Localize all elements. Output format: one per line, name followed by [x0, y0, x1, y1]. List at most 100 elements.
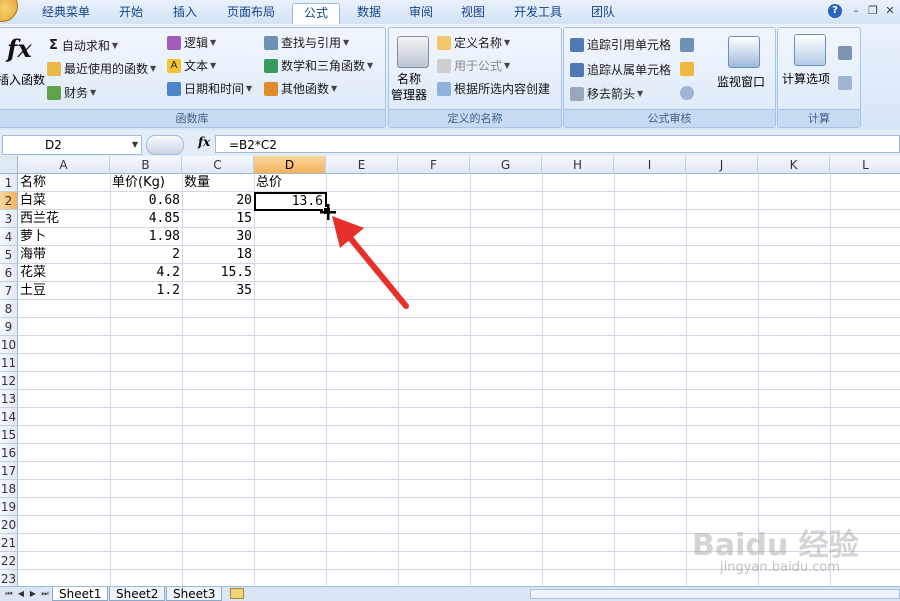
column-header-l[interactable]: L — [830, 156, 900, 174]
financial-button[interactable]: 财务 ▼ — [47, 84, 96, 101]
row-header-13[interactable]: 13 — [0, 390, 18, 408]
cell-a2[interactable]: 白菜 — [18, 192, 110, 210]
row-header-17[interactable]: 17 — [0, 462, 18, 480]
row-header-6[interactable]: 6 — [0, 264, 18, 282]
insert-function-button[interactable]: 插入函数 — [0, 71, 45, 88]
cell-a4[interactable]: 萝卜 — [18, 228, 110, 246]
cell-a5[interactable]: 海带 — [18, 246, 110, 264]
select-all-corner[interactable] — [0, 156, 18, 174]
cell-a6[interactable]: 花菜 — [18, 264, 110, 282]
insert-function-fx-icon[interactable]: fx — [198, 135, 210, 149]
sheet-tab-2[interactable]: Sheet2 — [109, 587, 166, 601]
row-header-2[interactable]: 2 — [0, 192, 18, 210]
row-header-22[interactable]: 22 — [0, 552, 18, 570]
tab-classic-menu[interactable]: 经典菜单 — [30, 3, 102, 23]
cell-c6[interactable]: 15.5 — [182, 264, 254, 282]
row-header-8[interactable]: 8 — [0, 300, 18, 318]
row-header-11[interactable]: 11 — [0, 354, 18, 372]
cell-a3[interactable]: 西兰花 — [18, 210, 110, 228]
column-header-i[interactable]: I — [614, 156, 686, 174]
office-button[interactable] — [0, 0, 18, 22]
cell-d1[interactable]: 总价 — [254, 174, 326, 192]
next-sheet-icon[interactable]: ▶ — [28, 588, 38, 600]
cell-b1[interactable]: 单价(Kg) — [110, 174, 182, 192]
cell-c7[interactable]: 35 — [182, 282, 254, 300]
row-header-9[interactable]: 9 — [0, 318, 18, 336]
use-in-formula-button[interactable]: 用于公式 ▼ — [437, 57, 510, 74]
cell-c5[interactable]: 18 — [182, 246, 254, 264]
row-header-5[interactable]: 5 — [0, 246, 18, 264]
cell-c3[interactable]: 15 — [182, 210, 254, 228]
insert-function-icon[interactable]: fx — [7, 34, 32, 63]
show-formulas-icon[interactable] — [680, 38, 694, 52]
last-sheet-icon[interactable]: ⏭ — [40, 588, 50, 600]
tab-home[interactable]: 开始 — [108, 3, 154, 23]
calc-options-button[interactable]: 计算选项 — [782, 70, 830, 87]
calc-options-icon[interactable] — [794, 34, 826, 66]
create-from-selection-button[interactable]: 根据所选内容创建 — [437, 80, 550, 97]
calculator-icon[interactable] — [838, 46, 852, 60]
sheet-tab-1[interactable]: Sheet1 — [52, 587, 109, 601]
name-manager-icon[interactable] — [397, 36, 429, 68]
math-button[interactable]: 数学和三角函数 ▼ — [264, 57, 373, 74]
row-header-20[interactable]: 20 — [0, 516, 18, 534]
active-cell-d2[interactable]: 13.6 — [254, 192, 327, 211]
cell-b2[interactable]: 0.68 — [110, 192, 182, 210]
tab-page-layout[interactable]: 页面布局 — [218, 3, 284, 23]
column-header-a[interactable]: A — [18, 156, 110, 174]
row-header-12[interactable]: 12 — [0, 372, 18, 390]
row-header-15[interactable]: 15 — [0, 426, 18, 444]
prev-sheet-icon[interactable]: ◀ — [16, 588, 26, 600]
sheet-tab-3[interactable]: Sheet3 — [166, 587, 223, 601]
cell-b6[interactable]: 4.2 — [110, 264, 182, 282]
tab-formulas[interactable]: 公式 — [292, 3, 340, 25]
help-icon[interactable]: ? — [828, 4, 842, 18]
column-header-f[interactable]: F — [398, 156, 470, 174]
trace-precedents-button[interactable]: 追踪引用单元格 — [570, 36, 671, 53]
name-manager-label-2[interactable]: 管理器 — [391, 86, 427, 103]
row-header-21[interactable]: 21 — [0, 534, 18, 552]
tab-team[interactable]: 团队 — [580, 3, 626, 23]
first-sheet-icon[interactable]: ⏮ — [4, 588, 14, 600]
chevron-down-icon[interactable]: ▼ — [132, 136, 138, 154]
row-header-16[interactable]: 16 — [0, 444, 18, 462]
cell-b3[interactable]: 4.85 — [110, 210, 182, 228]
cell-c2[interactable]: 20 — [182, 192, 254, 210]
cell-c1[interactable]: 数量 — [182, 174, 254, 192]
tab-developer[interactable]: 开发工具 — [505, 3, 571, 23]
column-header-g[interactable]: G — [470, 156, 542, 174]
row-header-10[interactable]: 10 — [0, 336, 18, 354]
row-header-14[interactable]: 14 — [0, 408, 18, 426]
insert-sheet-icon[interactable] — [230, 588, 244, 599]
remove-arrows-button[interactable]: 移去箭头 ▼ — [570, 85, 643, 102]
row-header-19[interactable]: 19 — [0, 498, 18, 516]
datetime-button[interactable]: 日期和时间 ▼ — [167, 80, 252, 97]
restore-icon[interactable]: ❐ — [865, 2, 881, 20]
tab-view[interactable]: 视图 — [450, 3, 496, 23]
define-name-button[interactable]: 定义名称 ▼ — [437, 34, 510, 51]
row-header-3[interactable]: 3 — [0, 210, 18, 228]
tab-data[interactable]: 数据 — [346, 3, 392, 23]
cell-a1[interactable]: 名称 — [18, 174, 110, 192]
logical-button[interactable]: 逻辑 ▼ — [167, 34, 216, 51]
more-functions-button[interactable]: 其他函数 ▼ — [264, 80, 337, 97]
calc-sheet-icon[interactable] — [838, 76, 852, 90]
column-header-k[interactable]: K — [758, 156, 830, 174]
watch-window-button[interactable]: 监视窗口 — [717, 73, 765, 90]
column-header-b[interactable]: B — [110, 156, 182, 174]
formula-bar-toggle[interactable] — [146, 135, 184, 155]
close-icon[interactable]: ✕ — [882, 2, 898, 20]
evaluate-formula-icon[interactable] — [680, 86, 694, 100]
row-header-23[interactable]: 23 — [0, 570, 18, 586]
cell-b5[interactable]: 2 — [110, 246, 182, 264]
row-header-7[interactable]: 7 — [0, 282, 18, 300]
row-header-18[interactable]: 18 — [0, 480, 18, 498]
trace-dependents-button[interactable]: 追踪从属单元格 — [570, 61, 671, 78]
row-header-4[interactable]: 4 — [0, 228, 18, 246]
column-header-c[interactable]: C — [182, 156, 254, 174]
tab-review[interactable]: 审阅 — [398, 3, 444, 23]
formula-input[interactable]: =B2*C2 — [215, 135, 900, 153]
cell-c4[interactable]: 30 — [182, 228, 254, 246]
autosum-button[interactable]: Σ 自动求和 ▼ — [49, 37, 118, 54]
tab-insert[interactable]: 插入 — [162, 3, 208, 23]
